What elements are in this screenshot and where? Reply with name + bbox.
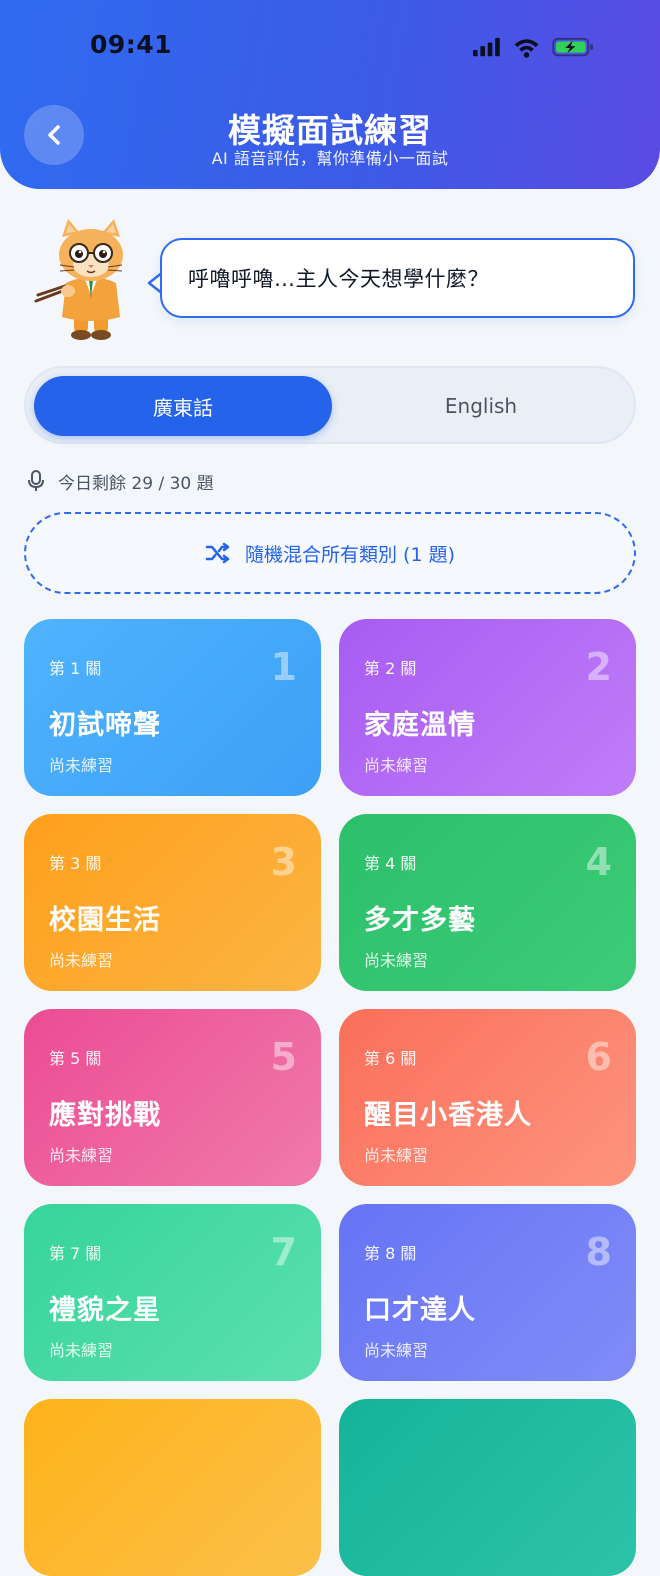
level-card-2[interactable]: 第 2 關 2 家庭溫情 尚未練習 xyxy=(339,619,636,796)
level-name: 家庭溫情 xyxy=(364,710,476,741)
level-name: 醒目小香港人 xyxy=(364,1100,532,1131)
level-name: 初試啼聲 xyxy=(49,710,161,741)
level-status: 尚未練習 xyxy=(49,1146,114,1165)
level-name: 口才達人 xyxy=(364,1295,476,1326)
remaining-questions: 今日剩餘 29 / 30 題 xyxy=(26,468,214,494)
level-number: 7 xyxy=(270,1230,297,1274)
speech-bubble-text: 呼嚕呼嚕…主人今天想學什麼？ xyxy=(188,267,489,291)
random-mix-label: 隨機混合所有類別 (1 題) xyxy=(245,543,455,566)
level-card-partial[interactable] xyxy=(339,1399,636,1576)
level-label: 第 5 關 xyxy=(49,1049,102,1068)
level-status: 尚未練習 xyxy=(364,1146,429,1165)
level-status: 尚未練習 xyxy=(364,951,429,970)
level-card-1[interactable]: 第 1 關 1 初試啼聲 尚未練習 xyxy=(24,619,321,796)
level-number: 2 xyxy=(585,645,612,689)
level-card-5[interactable]: 第 5 關 5 應對挑戰 尚未練習 xyxy=(24,1009,321,1186)
level-status: 尚未練習 xyxy=(364,756,429,775)
language-option-english[interactable]: English xyxy=(332,376,630,436)
level-label: 第 3 關 xyxy=(49,854,102,873)
battery-icon xyxy=(552,37,593,57)
level-number: 8 xyxy=(585,1230,612,1274)
level-card-7[interactable]: 第 7 關 7 禮貌之星 尚未練習 xyxy=(24,1204,321,1381)
level-label: 第 4 關 xyxy=(364,854,417,873)
random-mix-button[interactable]: 隨機混合所有類別 (1 題) xyxy=(24,512,636,594)
level-label: 第 2 關 xyxy=(364,659,417,678)
page-subtitle: AI 語音評估，幫你準備小一面試 xyxy=(211,149,449,168)
remaining-text: 今日剩餘 29 / 30 題 xyxy=(58,473,214,494)
language-option-cantonese[interactable]: 廣東話 xyxy=(34,376,332,436)
level-status: 尚未練習 xyxy=(49,1341,114,1360)
level-label: 第 1 關 xyxy=(49,659,102,678)
level-number: 1 xyxy=(270,645,297,689)
speech-bubble: 呼嚕呼嚕…主人今天想學什麼？ xyxy=(160,238,635,318)
level-status: 尚未練習 xyxy=(49,756,114,775)
level-card-3[interactable]: 第 3 關 3 校園生活 尚未練習 xyxy=(24,814,321,991)
shuffle-icon xyxy=(205,542,230,564)
level-name: 禮貌之星 xyxy=(49,1295,161,1326)
microphone-icon xyxy=(28,470,44,491)
status-icons xyxy=(473,37,593,58)
cat-mascot-image xyxy=(34,219,123,340)
level-name: 多才多藝 xyxy=(364,905,476,936)
level-label: 第 8 關 xyxy=(364,1244,417,1263)
level-status: 尚未練習 xyxy=(364,1341,429,1360)
level-name: 應對挑戰 xyxy=(49,1100,161,1131)
level-number: 5 xyxy=(270,1035,297,1079)
level-card-6[interactable]: 第 6 關 6 醒目小香港人 尚未練習 xyxy=(339,1009,636,1186)
header: 09:41 模擬面試練習 AI 語音評估，幫你準備小一面試 xyxy=(0,0,660,189)
signal-icon xyxy=(473,37,500,57)
level-status: 尚未練習 xyxy=(49,951,114,970)
level-card-4[interactable]: 第 4 關 4 多才多藝 尚未練習 xyxy=(339,814,636,991)
wifi-icon xyxy=(514,39,539,58)
level-name: 校園生活 xyxy=(49,905,161,936)
level-card-partial[interactable] xyxy=(24,1399,321,1576)
level-number: 3 xyxy=(270,840,297,884)
level-number: 4 xyxy=(585,840,612,884)
level-label: 第 7 關 xyxy=(49,1244,102,1263)
language-toggle: 廣東話 English xyxy=(24,366,636,444)
level-number: 6 xyxy=(585,1035,612,1079)
level-card-8[interactable]: 第 8 關 8 口才達人 尚未練習 xyxy=(339,1204,636,1381)
status-time: 09:41 xyxy=(90,30,173,59)
level-label: 第 6 關 xyxy=(364,1049,417,1068)
